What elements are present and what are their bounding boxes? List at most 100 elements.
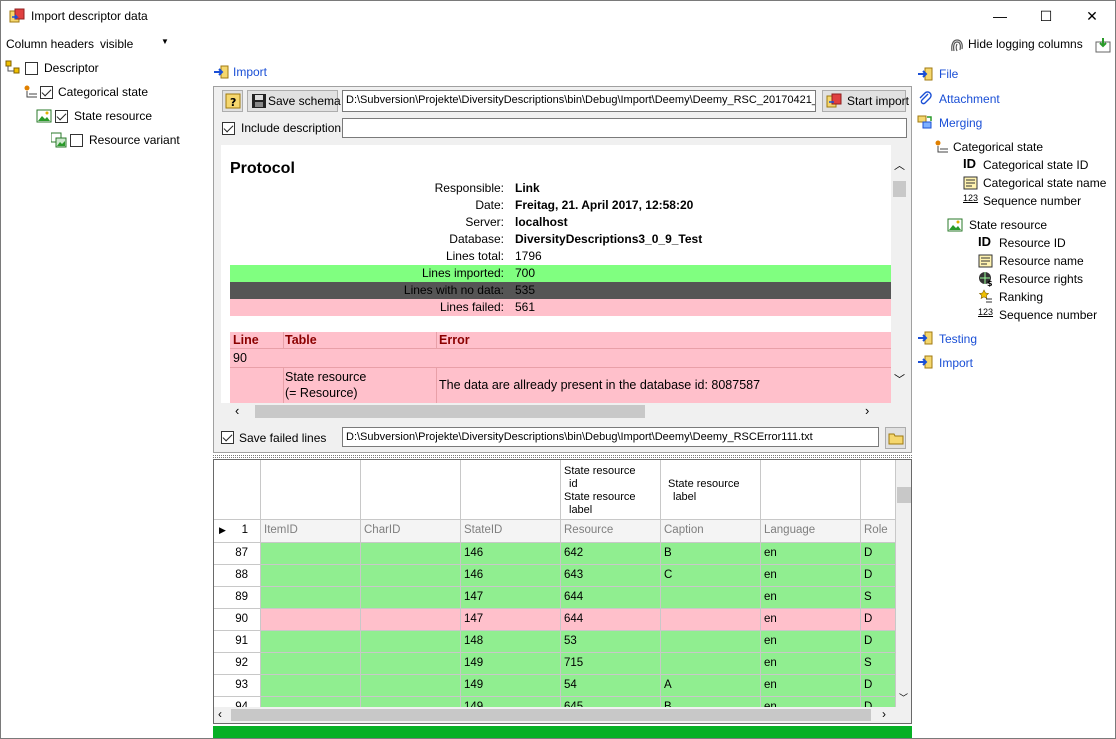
- merge-field[interactable]: Categorical state name: [963, 175, 1115, 191]
- itemid-cell[interactable]: [261, 543, 361, 565]
- itemid-cell[interactable]: [261, 653, 361, 675]
- resource-cell[interactable]: 715: [561, 653, 661, 675]
- role-cell[interactable]: D: [861, 631, 896, 653]
- scroll-thumb[interactable]: [893, 181, 906, 197]
- column-header-charid[interactable]: CharID: [361, 520, 461, 543]
- charid-cell[interactable]: [361, 631, 461, 653]
- column-header-stateid[interactable]: StateID: [461, 520, 561, 543]
- charid-cell[interactable]: [361, 609, 461, 631]
- resource-cell[interactable]: 53: [561, 631, 661, 653]
- itemid-cell[interactable]: [261, 675, 361, 697]
- caption-cell[interactable]: [661, 653, 761, 675]
- include-description-checkbox[interactable]: [222, 122, 235, 135]
- caption-cell[interactable]: [661, 587, 761, 609]
- stateid-cell[interactable]: 149: [461, 697, 561, 707]
- table-row[interactable]: 88 146 643 Cen D: [214, 565, 896, 587]
- language-cell[interactable]: en: [761, 587, 861, 609]
- charid-cell[interactable]: [361, 565, 461, 587]
- nav-import[interactable]: Import: [917, 354, 1017, 370]
- hide-logging-columns-button[interactable]: Hide logging columns: [949, 36, 1114, 54]
- protocol-vscrollbar[interactable]: ︿ ﹀: [891, 145, 908, 403]
- merge-state-resource[interactable]: State resource: [947, 217, 1087, 233]
- charid-cell[interactable]: [361, 697, 461, 707]
- role-cell[interactable]: S: [861, 587, 896, 609]
- column-header-caption[interactable]: Caption: [661, 520, 761, 543]
- role-cell[interactable]: D: [861, 565, 896, 587]
- descriptor-checkbox[interactable]: [25, 62, 38, 75]
- nav-attachment[interactable]: Attachment: [917, 90, 1017, 106]
- resource-cell[interactable]: 644: [561, 587, 661, 609]
- charid-cell[interactable]: [361, 587, 461, 609]
- stateid-cell[interactable]: 146: [461, 543, 561, 565]
- nav-testing[interactable]: Testing: [917, 330, 1017, 346]
- scroll-thumb[interactable]: [255, 405, 645, 418]
- protocol-hscrollbar[interactable]: ‹ ›: [221, 403, 891, 420]
- resource-cell[interactable]: 642: [561, 543, 661, 565]
- language-cell[interactable]: en: [761, 565, 861, 587]
- stateid-cell[interactable]: 147: [461, 587, 561, 609]
- charid-cell[interactable]: [361, 653, 461, 675]
- role-cell[interactable]: D: [861, 543, 896, 565]
- merge-field[interactable]: 123 Sequence number: [978, 307, 1108, 323]
- itemid-cell[interactable]: [261, 565, 361, 587]
- stateid-cell[interactable]: 148: [461, 631, 561, 653]
- language-cell[interactable]: en: [761, 631, 861, 653]
- role-cell[interactable]: S: [861, 653, 896, 675]
- role-cell[interactable]: D: [861, 697, 896, 707]
- table-row[interactable]: 93 149 54 Aen D: [214, 675, 896, 697]
- language-cell[interactable]: en: [761, 653, 861, 675]
- scroll-left-icon[interactable]: ‹: [218, 707, 222, 721]
- merge-field[interactable]: $ Resource rights: [978, 271, 1108, 287]
- save-schema-button[interactable]: Save schema: [247, 90, 341, 112]
- categorical-state-checkbox[interactable]: [40, 86, 53, 99]
- resource-cell[interactable]: 644: [561, 609, 661, 631]
- close-button[interactable]: ✕: [1069, 1, 1115, 32]
- column-header-role[interactable]: Role: [861, 520, 896, 543]
- tree-item-descriptor[interactable]: Descriptor: [5, 60, 195, 78]
- scroll-up-icon[interactable]: ︿: [894, 157, 905, 173]
- charid-cell[interactable]: [361, 543, 461, 565]
- resource-variant-checkbox[interactable]: [70, 134, 83, 147]
- merge-field[interactable]: ID Resource ID: [978, 234, 1108, 251]
- caption-cell[interactable]: B: [661, 543, 761, 565]
- table-row[interactable]: 90 147 644 en D: [214, 609, 896, 631]
- browse-folder-button[interactable]: [885, 427, 906, 449]
- maximize-button[interactable]: ☐: [1023, 1, 1069, 32]
- resource-cell[interactable]: 645: [561, 697, 661, 707]
- itemid-cell[interactable]: [261, 609, 361, 631]
- schema-path-field[interactable]: D:\Subversion\Projekte\DiversityDescript…: [342, 90, 816, 112]
- caption-cell[interactable]: B: [661, 697, 761, 707]
- role-cell[interactable]: D: [861, 675, 896, 697]
- table-row[interactable]: 94 149 645 Ben D: [214, 697, 896, 707]
- scroll-down-icon[interactable]: ﹀: [899, 691, 908, 704]
- row-number[interactable]: 93: [214, 675, 261, 697]
- description-input[interactable]: [342, 118, 907, 138]
- row-number[interactable]: 92: [214, 653, 261, 675]
- merge-field[interactable]: Resource name: [978, 253, 1108, 269]
- splitter[interactable]: [213, 455, 912, 458]
- stateid-cell[interactable]: 147: [461, 609, 561, 631]
- row-number[interactable]: 87: [214, 543, 261, 565]
- grid-hscrollbar[interactable]: ‹ ›: [214, 707, 911, 723]
- itemid-cell[interactable]: [261, 587, 361, 609]
- merge-categorical-state[interactable]: Categorical state: [934, 139, 1074, 155]
- resource-cell[interactable]: 54: [561, 675, 661, 697]
- table-row[interactable]: 89 147 644 en S: [214, 587, 896, 609]
- caption-cell[interactable]: A: [661, 675, 761, 697]
- column-header-language[interactable]: Language: [761, 520, 861, 543]
- resource-cell[interactable]: 643: [561, 565, 661, 587]
- scroll-down-icon[interactable]: ﹀: [894, 371, 905, 387]
- scroll-thumb[interactable]: [897, 487, 911, 503]
- table-row[interactable]: 91 148 53 en D: [214, 631, 896, 653]
- stateid-cell[interactable]: 149: [461, 675, 561, 697]
- row-number[interactable]: 88: [214, 565, 261, 587]
- scroll-right-icon[interactable]: ›: [865, 403, 869, 418]
- caption-cell[interactable]: [661, 609, 761, 631]
- row-number[interactable]: 89: [214, 587, 261, 609]
- table-row[interactable]: 92 149 715 en S: [214, 653, 896, 675]
- role-cell[interactable]: D: [861, 609, 896, 631]
- state-resource-checkbox[interactable]: [55, 110, 68, 123]
- header-row-number[interactable]: ▶ 1: [214, 520, 261, 543]
- save-failed-lines-checkbox[interactable]: [221, 431, 234, 444]
- language-cell[interactable]: en: [761, 543, 861, 565]
